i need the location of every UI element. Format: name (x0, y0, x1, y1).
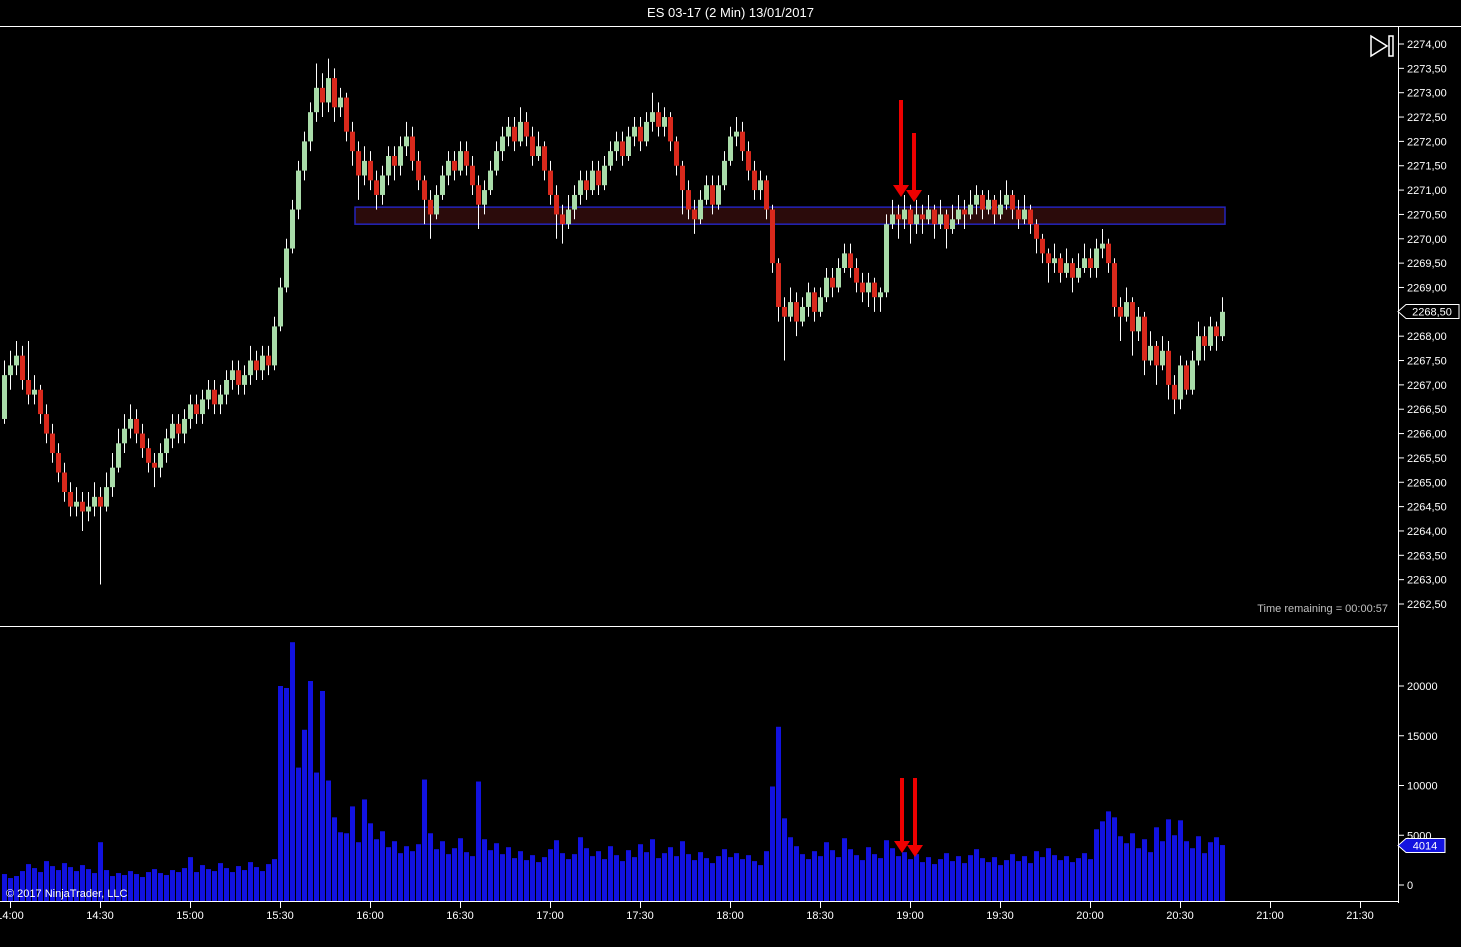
chart-title: ES 03-17 (2 Min) 13/01/2017 (647, 5, 814, 20)
svg-text:15:00: 15:00 (176, 910, 204, 922)
price-zone-rectangle (354, 206, 1226, 225)
svg-text:21:00: 21:00 (1256, 910, 1284, 922)
svg-text:2265,00: 2265,00 (1407, 477, 1447, 489)
svg-text:17:00: 17:00 (536, 910, 564, 922)
candlesticks (2, 58, 1225, 585)
svg-text:2267,50: 2267,50 (1407, 356, 1447, 368)
svg-text:2270,00: 2270,00 (1407, 234, 1447, 246)
svg-text:2270,50: 2270,50 (1407, 209, 1447, 221)
time-axis[interactable]: 14:00 14:30 15:00 15:30 16:00 16:30 17:00 17:30… (0, 901, 1398, 923)
svg-text:2263,50: 2263,50 (1407, 550, 1447, 562)
svg-text:2264,00: 2264,00 (1407, 526, 1447, 538)
volume-bars (2, 642, 1225, 901)
last-volume-value: 4014 (1413, 841, 1437, 853)
svg-text:2271,00: 2271,00 (1407, 185, 1447, 197)
main-chart-canvas[interactable]: 2274,00 2273,50 2273,00 2272,50 2272,00 2271,… (0, 27, 1461, 627)
svg-text:2263,00: 2263,00 (1407, 575, 1447, 587)
svg-text:15000: 15000 (1407, 731, 1438, 743)
go-to-last-bar-icon[interactable] (1368, 33, 1396, 61)
svg-text:14:00: 14:00 (0, 910, 24, 922)
svg-text:18:00: 18:00 (716, 910, 744, 922)
svg-text:18:30: 18:30 (806, 910, 834, 922)
svg-text:2269,50: 2269,50 (1407, 258, 1447, 270)
svg-text:16:30: 16:30 (446, 910, 474, 922)
svg-text:2262,50: 2262,50 (1407, 599, 1447, 611)
svg-text:2272,00: 2272,00 (1407, 136, 1447, 148)
svg-text:2271,50: 2271,50 (1407, 161, 1447, 173)
svg-text:2273,00: 2273,00 (1407, 88, 1447, 100)
svg-text:2266,50: 2266,50 (1407, 404, 1447, 416)
copyright-label: © 2017 NinjaTrader, LLC (6, 888, 128, 900)
svg-text:2272,50: 2272,50 (1407, 112, 1447, 124)
volume-chart-canvas[interactable]: 20000150001000050000 14:0014:3015:0015:3… (0, 627, 1461, 947)
svg-text:19:00: 19:00 (896, 910, 924, 922)
svg-text:20:30: 20:30 (1166, 910, 1194, 922)
svg-text:2265,50: 2265,50 (1407, 453, 1447, 465)
svg-text:19:30: 19:30 (986, 910, 1014, 922)
down-arrows-volume (894, 778, 923, 857)
svg-text:2264,50: 2264,50 (1407, 502, 1447, 514)
svg-text:20:00: 20:00 (1076, 910, 1104, 922)
svg-text:15:30: 15:30 (266, 910, 294, 922)
svg-text:14:30: 14:30 (86, 910, 114, 922)
svg-text:17:30: 17:30 (626, 910, 654, 922)
svg-text:21:30: 21:30 (1346, 910, 1374, 922)
svg-text:2274,00: 2274,00 (1407, 39, 1447, 51)
svg-text:10000: 10000 (1407, 781, 1438, 793)
time-remaining-label: Time remaining = 00:00:57 (1257, 603, 1388, 615)
last-price-value: 2268,50 (1412, 307, 1452, 319)
svg-text:16:00: 16:00 (356, 910, 384, 922)
volume-axis[interactable]: 20000150001000050000 (1398, 627, 1438, 903)
svg-text:2269,00: 2269,00 (1407, 282, 1447, 294)
chart-title-bar: ES 03-17 (2 Min) 13/01/2017 (0, 0, 1461, 27)
svg-text:2266,00: 2266,00 (1407, 429, 1447, 441)
svg-text:20000: 20000 (1407, 681, 1438, 693)
down-arrows-price (893, 100, 922, 202)
svg-text:2268,00: 2268,00 (1407, 331, 1447, 343)
price-axis[interactable]: 2274,00 2273,50 2273,00 2272,50 2272,00 2271,… (1398, 27, 1447, 627)
svg-text:2267,00: 2267,00 (1407, 380, 1447, 392)
svg-text:2273,50: 2273,50 (1407, 63, 1447, 75)
svg-text:0: 0 (1407, 880, 1413, 892)
ninjatrader-chart-window: { "window": { "title": "ES 03-17 (2 Min)… (0, 0, 1461, 947)
